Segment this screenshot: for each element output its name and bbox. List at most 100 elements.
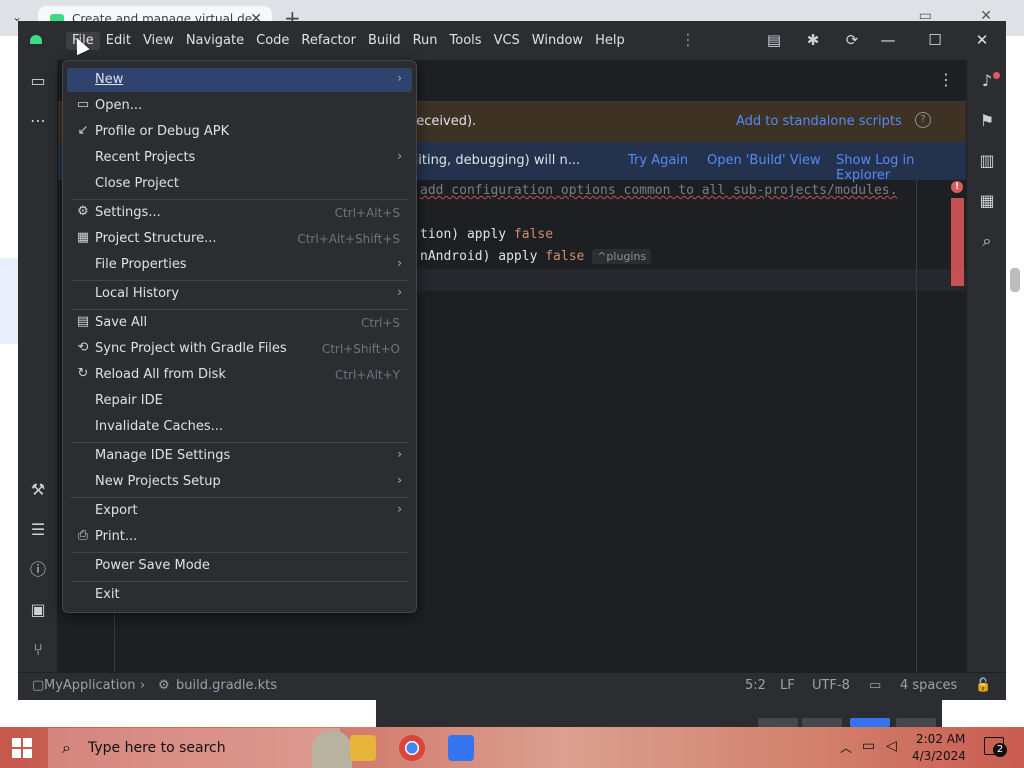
minimize-icon[interactable]: — <box>878 30 898 50</box>
read-only-lock-icon[interactable]: 🔓 <box>975 678 991 693</box>
error-stripe-marker[interactable] <box>951 198 964 286</box>
version-control-icon[interactable]: ⑂ <box>26 638 50 662</box>
dialog-cancel-button[interactable] <box>758 718 798 727</box>
file-encoding[interactable]: UTF-8 <box>812 678 850 693</box>
file-explorer-icon[interactable] <box>350 735 376 761</box>
build-hammer-icon[interactable]: ⚒ <box>26 478 50 502</box>
menu-navigate[interactable]: Navigate <box>180 32 250 50</box>
taskbar-search-box[interactable]: ⌕ Type here to search <box>48 728 352 768</box>
menu-item-invalidate-caches[interactable]: Invalidate Caches... <box>67 415 412 439</box>
volume-muted-icon[interactable]: ◁ <box>886 738 897 754</box>
windows-start-icon[interactable] <box>12 738 32 758</box>
clock-date[interactable]: 4/3/2024 <box>912 749 966 763</box>
search-placeholder: Type here to search <box>88 740 226 756</box>
clock-time[interactable]: 2:02 AM <box>916 732 965 746</box>
device-manager-icon[interactable]: ▤ <box>764 30 784 50</box>
plugins-inlay-hint[interactable]: ^plugins <box>592 249 652 264</box>
android-studio-logo-icon[interactable] <box>30 35 42 44</box>
menu-window[interactable]: Window <box>526 32 589 50</box>
menu-item-file-properties[interactable]: File Properties › <box>67 253 412 277</box>
menu-item-label: Export <box>95 503 138 518</box>
editor-config-icon[interactable]: ▭ <box>869 678 881 693</box>
terminal-icon[interactable]: ▣ <box>26 598 50 622</box>
menu-item-save-all[interactable]: ▤ Save All Ctrl+S <box>67 311 412 335</box>
dialog-next-button[interactable] <box>850 718 890 727</box>
status-bar: ▢ MyApplication › ⚙ build.gradle.kts 5:2… <box>18 672 1006 700</box>
dialog-finish-button[interactable] <box>896 718 936 727</box>
menu-separator <box>71 280 408 281</box>
menu-item-manage-ide-settings[interactable]: Manage IDE Settings › <box>67 444 412 468</box>
menu-item-open[interactable]: ▭ Open... <box>67 94 412 118</box>
menu-edit[interactable]: Edit <box>100 32 137 50</box>
menu-item-print[interactable]: ⎙ Print... <box>67 525 412 549</box>
network-icon[interactable]: ▭ <box>862 738 875 754</box>
submenu-arrow-icon: › <box>397 285 402 299</box>
menu-view[interactable]: View <box>137 32 180 50</box>
menu-item-power-save[interactable]: Power Save Mode <box>67 554 412 578</box>
menu-code[interactable]: Code <box>250 32 295 50</box>
menu-item-local-history[interactable]: Local History › <box>67 282 412 306</box>
app-inspection-icon[interactable]: ⌕ <box>975 229 999 253</box>
menu-refactor[interactable]: Refactor <box>295 32 362 50</box>
menu-item-profile-apk[interactable]: ↙ Profile or Debug APK <box>67 120 412 144</box>
breadcrumb-chevron-icon: › <box>140 678 146 693</box>
problems-icon[interactable]: ⓘ <box>26 558 50 582</box>
breadcrumb-project[interactable]: MyApplication <box>44 678 136 693</box>
submenu-arrow-icon: › <box>397 447 402 461</box>
dialog-previous-button[interactable] <box>802 718 842 727</box>
breadcrumb-file[interactable]: build.gradle.kts <box>176 678 277 693</box>
menu-item-recent-projects[interactable]: Recent Projects › <box>67 146 412 170</box>
menu-item-exit[interactable]: Exit <box>67 583 412 607</box>
chrome-icon[interactable] <box>399 735 425 761</box>
maximize-icon[interactable]: ☐ <box>925 30 945 50</box>
device-file-explorer-icon[interactable]: ▥ <box>975 149 999 173</box>
menu-item-sync-gradle[interactable]: ⟲ Sync Project with Gradle Files Ctrl+Sh… <box>67 337 412 361</box>
menu-item-label: Power Save Mode <box>95 558 210 573</box>
menu-run[interactable]: Run <box>407 32 444 50</box>
try-again-link[interactable]: Try Again <box>628 153 688 168</box>
tray-expand-icon[interactable]: ︿ <box>840 739 852 756</box>
menu-vcs[interactable]: VCS <box>488 32 526 50</box>
menu-separator <box>71 552 408 553</box>
running-devices-icon[interactable]: ▦ <box>975 189 999 213</box>
caret-position[interactable]: 5:2 <box>745 678 766 693</box>
open-build-view-link[interactable]: Open 'Build' View <box>707 153 821 168</box>
submenu-arrow-icon: › <box>397 71 402 85</box>
android-studio-taskbar-icon[interactable] <box>448 735 474 761</box>
more-actions-icon[interactable]: ⋮ <box>680 30 696 49</box>
code-comment-line: add configuration options common to all … <box>420 183 898 198</box>
menu-item-new-projects-setup[interactable]: New Projects Setup › <box>67 470 412 494</box>
add-standalone-scripts-link[interactable]: Add to standalone scripts <box>736 114 902 129</box>
menu-item-project-structure[interactable]: ▦ Project Structure... Ctrl+Alt+Shift+S <box>67 227 412 251</box>
tabs-more-icon[interactable]: ⋮ <box>938 70 954 89</box>
error-indicator-icon[interactable]: ! <box>951 181 963 193</box>
gradle-elephant-icon[interactable]: ⚑ <box>975 109 999 133</box>
shortcut-label: Ctrl+Alt+S <box>334 206 400 220</box>
menu-item-settings[interactable]: ⚙ Settings... Ctrl+Alt+S <box>67 201 412 225</box>
menu-item-close-project[interactable]: Close Project <box>67 172 412 196</box>
show-log-link[interactable]: Show Log in Explorer <box>836 153 966 183</box>
menu-item-repair-ide[interactable]: Repair IDE <box>67 389 412 413</box>
menu-item-label: Close Project <box>95 176 180 191</box>
project-folder-icon[interactable]: ▭ <box>26 69 50 93</box>
more-tools-icon[interactable]: ⋯ <box>26 109 50 133</box>
menu-item-new[interactable]: New › <box>67 68 412 92</box>
help-icon[interactable]: ? <box>915 112 931 128</box>
printer-icon: ⎙ <box>77 528 89 543</box>
line-ending[interactable]: LF <box>780 678 795 693</box>
menu-separator <box>71 442 408 443</box>
menu-item-label: Sync Project with Gradle Files <box>95 341 287 356</box>
webpage-scrollbar[interactable] <box>1010 268 1020 292</box>
menu-separator <box>71 309 408 310</box>
menu-item-export[interactable]: Export › <box>67 499 412 523</box>
close-icon[interactable]: ✕ <box>972 30 992 50</box>
menu-build[interactable]: Build <box>362 32 407 50</box>
indent-setting[interactable]: 4 spaces <box>900 678 957 693</box>
menu-item-reload-disk[interactable]: ↻ Reload All from Disk Ctrl+Alt+Y <box>67 363 412 387</box>
debug-icon[interactable]: ✱ <box>803 30 823 50</box>
menu-tools[interactable]: Tools <box>444 32 488 50</box>
gradle-sync-icon[interactable]: ⟳ <box>842 30 862 50</box>
logcat-icon[interactable]: ☰ <box>26 518 50 542</box>
gear-icon: ⚙ <box>77 204 89 219</box>
menu-help[interactable]: Help <box>589 32 631 50</box>
